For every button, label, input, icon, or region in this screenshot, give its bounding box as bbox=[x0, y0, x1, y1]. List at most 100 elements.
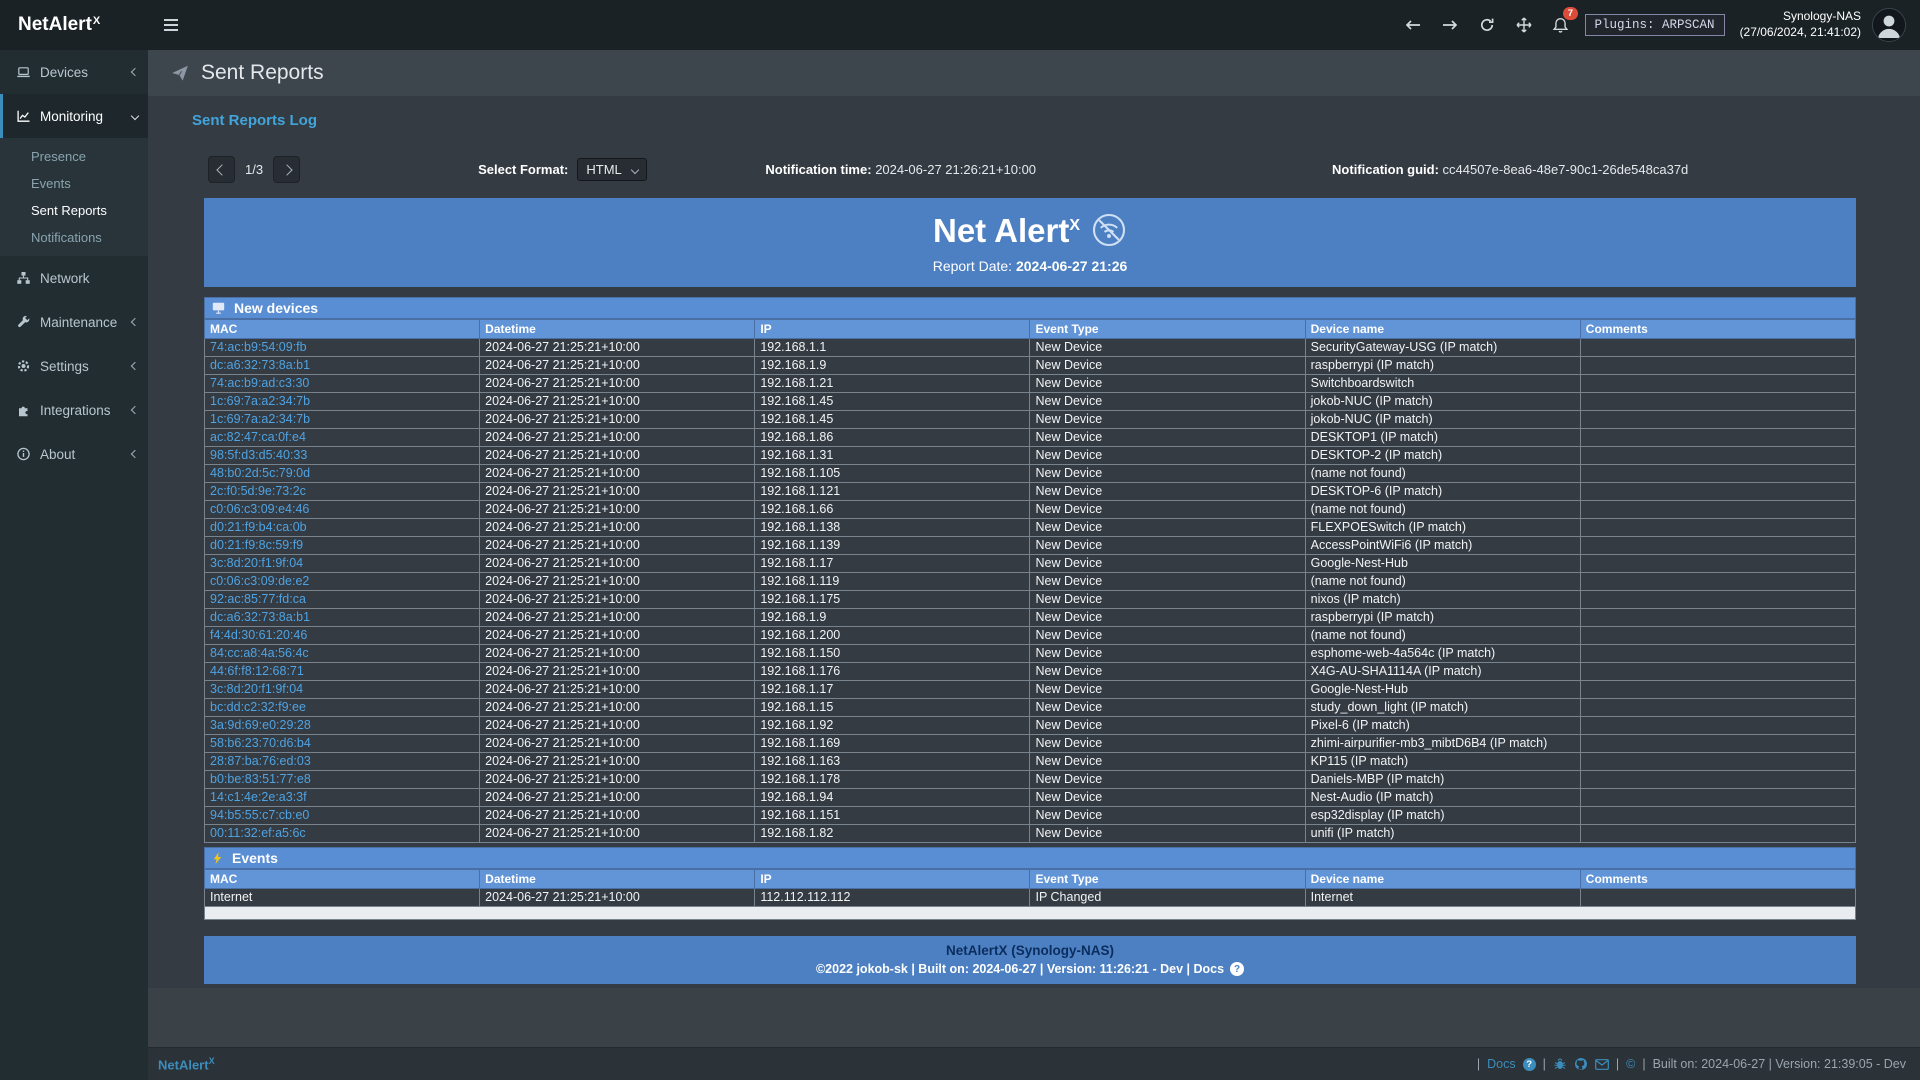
report-date: Report Date: 2024-06-27 21:26 bbox=[204, 258, 1856, 274]
user-avatar[interactable] bbox=[1872, 8, 1906, 42]
column-header: IP bbox=[755, 870, 1030, 889]
mac-address-link[interactable]: 98:5f:d3:d5:40:33 bbox=[210, 448, 307, 462]
sidebar-item-devices[interactable]: Devices bbox=[0, 50, 148, 94]
mac-address-link[interactable]: 1c:69:7a:a2:34:7b bbox=[210, 394, 310, 408]
mac-address-link[interactable]: 94:b5:55:c7:cb:e0 bbox=[210, 808, 309, 822]
format-select[interactable]: HTML bbox=[577, 158, 647, 181]
mac-address-link[interactable]: ac:82:47:ca:0f:e4 bbox=[210, 430, 306, 444]
mac-address-link[interactable]: d0:21:f9:8c:59:f9 bbox=[210, 538, 303, 552]
footer-build-version: Built on: 2024-06-27 | Version: 21:39:05… bbox=[1653, 1057, 1906, 1071]
mac-address-link[interactable]: 1c:69:7a:a2:34:7b bbox=[210, 412, 310, 426]
sidebar-item-integrations[interactable]: Integrations bbox=[0, 388, 148, 432]
copyright-icon[interactable]: © bbox=[1626, 1057, 1635, 1071]
sidebar-subitem-presence[interactable]: Presence bbox=[0, 143, 148, 170]
question-circle-icon[interactable]: ? bbox=[1523, 1058, 1536, 1071]
mac-address-link[interactable]: 92:ac:85:77:fd:ca bbox=[210, 592, 306, 606]
sidebar-item-network[interactable]: Network bbox=[0, 256, 148, 300]
nav-refresh-button[interactable] bbox=[1474, 8, 1500, 42]
mac-address-link[interactable]: 3c:8d:20:f1:9f:04 bbox=[210, 556, 303, 570]
column-header: Datetime bbox=[480, 870, 755, 889]
question-circle-icon[interactable]: ? bbox=[1230, 962, 1244, 976]
notification-guid-label: Notification guid: bbox=[1332, 162, 1439, 177]
content-box: Sent Reports Log 1/3 Select Format: HTML… bbox=[148, 96, 1920, 988]
sidebar-item-label: Devices bbox=[40, 65, 88, 80]
next-page-button[interactable] bbox=[273, 156, 300, 183]
report-title: Net AlertX bbox=[204, 212, 1856, 248]
prev-page-button[interactable] bbox=[208, 156, 235, 183]
mac-address-link[interactable]: dc:a6:32:73:8a:b1 bbox=[210, 358, 310, 372]
network-icon bbox=[16, 271, 31, 285]
mac-address-link[interactable]: 00:11:32:ef:a5:6c bbox=[210, 826, 306, 840]
sidebar-subitem-sent-reports[interactable]: Sent Reports bbox=[0, 197, 148, 224]
notifications-bell[interactable]: 7 bbox=[1548, 8, 1574, 42]
mac-address-link[interactable]: dc:a6:32:73:8a:b1 bbox=[210, 610, 310, 624]
mac-address-link[interactable]: 2c:f0:5d:9e:73:2c bbox=[210, 484, 306, 498]
device-icon bbox=[211, 301, 226, 315]
sidebar-item-settings[interactable]: Settings bbox=[0, 344, 148, 388]
mac-address-link[interactable]: 74:ac:b9:ad:c3:30 bbox=[210, 376, 309, 390]
plugins-badge[interactable]: Plugins: ARPSCAN bbox=[1585, 14, 1725, 36]
sidebar-subitem-notifications[interactable]: Notifications bbox=[0, 224, 148, 251]
mac-address-link[interactable]: d0:21:f9:b4:ca:0b bbox=[210, 520, 307, 534]
mac-address-link[interactable]: 3c:8d:20:f1:9f:04 bbox=[210, 682, 303, 696]
sidebar-item-label: Settings bbox=[40, 359, 89, 374]
sidebar-item-monitoring[interactable]: Monitoring bbox=[0, 94, 148, 138]
mac-address-link[interactable]: f4:4d:30:61:20:46 bbox=[210, 628, 307, 642]
footer-brand-text: NetAlert bbox=[158, 1057, 209, 1072]
github-link[interactable] bbox=[1574, 1057, 1588, 1071]
nav-forward-button[interactable] bbox=[1437, 8, 1463, 42]
column-header: Device name bbox=[1305, 870, 1580, 889]
mac-address-link[interactable]: bc:dd:c2:32:f9:ee bbox=[210, 700, 306, 714]
empty-row bbox=[205, 907, 1856, 920]
separator: | bbox=[1616, 1057, 1619, 1071]
table-row: 2c:f0:5d:9e:73:2c2024-06-27 21:25:21+10:… bbox=[205, 483, 1856, 501]
chevron-down-icon bbox=[131, 112, 139, 120]
report-header: Net AlertX Report Date: 2024-06-27 21:26 bbox=[204, 198, 1856, 287]
nav-move-button[interactable] bbox=[1511, 8, 1537, 42]
mac-address-link[interactable]: 48:b0:2d:5c:79:0d bbox=[210, 466, 310, 480]
table-row: 1c:69:7a:a2:34:7b2024-06-27 21:25:21+10:… bbox=[205, 393, 1856, 411]
mac-address-link[interactable]: c0:06:c3:09:de:e2 bbox=[210, 574, 309, 588]
mac-address-link[interactable]: 58:b6:23:70:d6:b4 bbox=[210, 736, 311, 750]
notification-time-label: Notification time: bbox=[765, 162, 871, 177]
sidebar-item-about[interactable]: About bbox=[0, 432, 148, 476]
github-icon bbox=[1574, 1057, 1588, 1071]
nav-back-button[interactable] bbox=[1400, 8, 1426, 42]
table-row: bc:dd:c2:32:f9:ee2024-06-27 21:25:21+10:… bbox=[205, 699, 1856, 717]
report-title-sup: X bbox=[1069, 217, 1080, 234]
bug-report-link[interactable] bbox=[1553, 1057, 1567, 1071]
table-header-row: MACDatetimeIPEvent TypeDevice nameCommen… bbox=[205, 320, 1856, 339]
page-indicator: 1/3 bbox=[245, 162, 263, 177]
events-tbody: Internet2024-06-27 21:25:21+10:00112.112… bbox=[205, 889, 1856, 907]
mac-address-link[interactable]: 28:87:ba:76:ed:03 bbox=[210, 754, 311, 768]
docs-link[interactable]: Docs bbox=[1487, 1057, 1515, 1071]
table-row: d0:21:f9:b4:ca:0b2024-06-27 21:25:21+10:… bbox=[205, 519, 1856, 537]
column-header: MAC bbox=[205, 870, 480, 889]
sidebar-subitem-events[interactable]: Events bbox=[0, 170, 148, 197]
logo-sup: X bbox=[93, 15, 100, 27]
section-title: New devices bbox=[234, 300, 318, 316]
table-row: d0:21:f9:8c:59:f92024-06-27 21:25:21+10:… bbox=[205, 537, 1856, 555]
sidebar-item-maintenance[interactable]: Maintenance bbox=[0, 300, 148, 344]
footer-brand-link[interactable]: NetAlertX bbox=[158, 1056, 215, 1072]
mac-address-link[interactable]: 3a:9d:69:e0:29:28 bbox=[210, 718, 311, 732]
email-link[interactable] bbox=[1595, 1059, 1609, 1070]
report-date-label: Report Date: bbox=[933, 258, 1012, 274]
top-navbar: NetAlertX 7 Plugins: ARPSCAN Synology-NA… bbox=[0, 0, 1920, 50]
info-icon bbox=[16, 447, 31, 461]
sent-reports-log-link[interactable]: Sent Reports Log bbox=[192, 112, 317, 129]
arrow-left-icon bbox=[1405, 18, 1421, 32]
puzzle-icon bbox=[16, 403, 31, 417]
table-row: 44:6f:f8:12:68:712024-06-27 21:25:21+10:… bbox=[205, 663, 1856, 681]
sidebar-toggle-button[interactable] bbox=[148, 0, 194, 50]
mac-address-link[interactable]: b0:be:83:51:77:e8 bbox=[210, 772, 311, 786]
app-logo[interactable]: NetAlertX bbox=[0, 0, 148, 50]
footer-right: | Docs ? | | © | Built on: 2024-06-27 | … bbox=[1477, 1057, 1906, 1071]
mac-address-link[interactable]: 14:c1:4e:2e:a3:3f bbox=[210, 790, 307, 804]
mac-address-link[interactable]: 84:cc:a8:4a:56:4c bbox=[210, 646, 309, 660]
mac-address-link[interactable]: 44:6f:f8:12:68:71 bbox=[210, 664, 304, 678]
mac-address-link[interactable]: 74:ac:b9:54:09:fb bbox=[210, 340, 307, 354]
mac-address-link[interactable]: c0:06:c3:09:e4:46 bbox=[210, 502, 309, 516]
wifi-off-logo-icon bbox=[1091, 212, 1127, 248]
chevron-left-icon bbox=[131, 318, 139, 326]
